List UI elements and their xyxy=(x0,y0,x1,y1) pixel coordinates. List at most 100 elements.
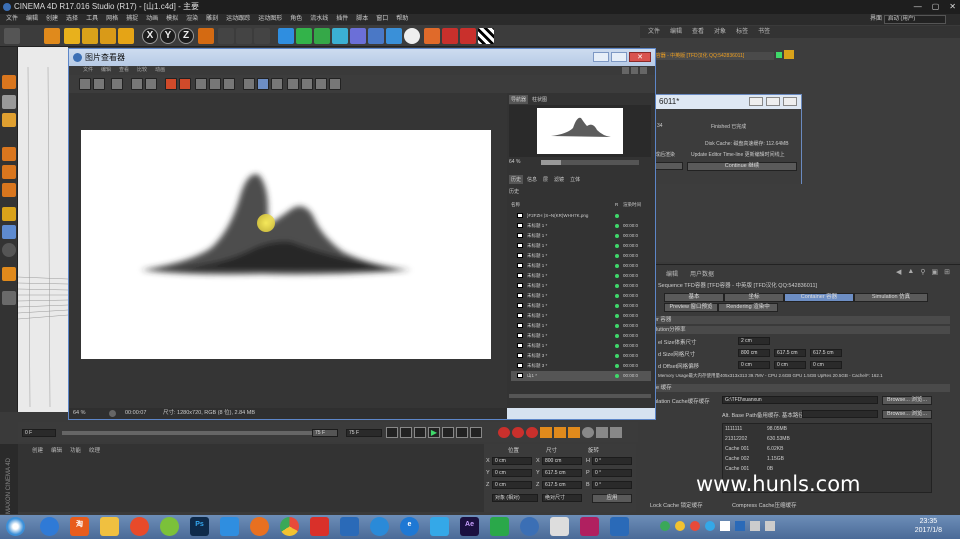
minimize-button[interactable]: — xyxy=(914,0,922,14)
attr-lock-icon[interactable]: ▣ xyxy=(932,268,939,276)
taskbar-clock[interactable]: 23:35 2017/1/8 xyxy=(915,517,942,535)
prev-frame-button[interactable] xyxy=(414,427,426,438)
render-picture-viewer-icon[interactable] xyxy=(236,28,252,44)
timeline-menu-button[interactable] xyxy=(610,427,622,438)
om-menu-view[interactable]: 查看 xyxy=(692,26,704,38)
visibility-check-icon[interactable] xyxy=(776,52,782,58)
left-dialog-button[interactable] xyxy=(655,162,683,170)
texture-mode-icon[interactable] xyxy=(2,113,16,127)
tray-icon-5[interactable] xyxy=(720,521,730,531)
pv-stop-icon[interactable] xyxy=(165,78,177,90)
pv-pin-icon[interactable] xyxy=(622,67,629,74)
axis-y-lock-button[interactable]: Y xyxy=(160,28,176,44)
menu-window[interactable]: 窗口 xyxy=(376,14,388,25)
history-item[interactable]: }F2FZH )S~N(KR)WHH7K.png xyxy=(511,211,651,221)
maximize-button[interactable]: ▢ xyxy=(932,0,940,14)
tab-rendering[interactable]: Rendering 渲染中 xyxy=(718,303,778,312)
attr-menu-userdata[interactable]: 用户数据 xyxy=(690,269,714,278)
dialog-close-button[interactable] xyxy=(783,97,797,106)
om-menu-edit[interactable]: 编辑 xyxy=(670,26,682,38)
size-mode-select[interactable]: 绝对尺寸 xyxy=(542,494,582,502)
object-row[interactable]: TFD容器 - 中英版 [TFD汉化 QQ:542836011] xyxy=(646,52,774,60)
deformer-icon[interactable] xyxy=(350,28,366,44)
pv-collapse-icon[interactable] xyxy=(640,67,647,74)
fruit-icon[interactable] xyxy=(250,517,269,536)
cloud2-icon[interactable] xyxy=(430,517,449,536)
tab-preview[interactable]: Preview 窗口预览 xyxy=(664,303,718,312)
menu-help[interactable]: 帮助 xyxy=(396,14,408,25)
move-tool-icon[interactable] xyxy=(64,28,80,44)
cache-path-field[interactable]: G:\TFD\xuanxun xyxy=(722,396,878,404)
taobao-icon[interactable]: 淘 xyxy=(70,517,89,536)
pos-x-field[interactable]: 0 cm xyxy=(492,457,532,465)
attr-back-icon[interactable]: ◀ xyxy=(896,268,901,276)
axis-z-lock-button[interactable]: Z xyxy=(178,28,194,44)
polygons-mode-icon[interactable] xyxy=(2,183,16,197)
history-item[interactable]: 未标题 1 * 00:00:0 xyxy=(511,331,651,341)
menu-snap[interactable]: 捕捉 xyxy=(126,14,138,25)
prev-key-button[interactable] xyxy=(400,427,412,438)
timeline-slider[interactable] xyxy=(62,431,332,435)
menu-select[interactable]: 选择 xyxy=(66,14,78,25)
tab-container[interactable]: Container 容器 xyxy=(784,293,854,302)
tweak-mode-icon[interactable] xyxy=(2,225,16,239)
pv-maximize-button[interactable] xyxy=(611,52,627,62)
menu-animate[interactable]: 动画 xyxy=(146,14,158,25)
pv-ab-icon[interactable] xyxy=(131,78,143,90)
pv-render-icon[interactable] xyxy=(179,78,191,90)
mat-menu-texture[interactable]: 纹理 xyxy=(89,446,100,454)
menu-simulate[interactable]: 模拟 xyxy=(166,14,178,25)
attr-up-icon[interactable]: ▲ xyxy=(907,268,914,276)
pv-region3-icon[interactable] xyxy=(223,78,235,90)
rot-h-field[interactable]: 0 ° xyxy=(592,457,632,465)
tab-layers[interactable]: 层 xyxy=(541,175,550,184)
network-icon[interactable] xyxy=(750,521,760,531)
cache-item-name[interactable]: 21312202 xyxy=(725,436,747,442)
array-icon[interactable] xyxy=(332,28,348,44)
history-item[interactable]: 山1 * 00:00:0 xyxy=(511,371,651,381)
size-y-field[interactable]: 617.5 cm xyxy=(542,469,582,477)
dialog-minimize-button[interactable] xyxy=(749,97,763,106)
key-param-button[interactable] xyxy=(582,427,594,438)
model-mode-icon[interactable] xyxy=(2,95,16,109)
close-button[interactable]: ✕ xyxy=(949,0,956,14)
explorer-icon[interactable] xyxy=(100,517,119,536)
menu-pipeline[interactable]: 流水线 xyxy=(310,14,328,25)
grid-size-y[interactable]: 617.5 cm xyxy=(774,349,806,357)
start-button-icon[interactable] xyxy=(6,517,25,536)
timeline-start[interactable]: 0 F xyxy=(22,429,56,437)
tray-icon-1[interactable] xyxy=(660,521,670,531)
cache-item-name[interactable]: Cache 001 xyxy=(725,446,749,452)
menu-tools[interactable]: 工具 xyxy=(86,14,98,25)
grid-offset-y[interactable]: 0 cm xyxy=(774,361,806,369)
pv-lut-icon[interactable] xyxy=(315,78,327,90)
key-pos-button[interactable] xyxy=(540,427,552,438)
pv-menu-animation[interactable]: 动画 xyxy=(155,66,165,75)
tab-filter[interactable]: 滤镜 xyxy=(552,175,566,184)
tag-icon[interactable] xyxy=(784,50,794,59)
pv-export-icon[interactable] xyxy=(329,78,341,90)
cloud-icon[interactable] xyxy=(220,517,239,536)
next-frame-button[interactable] xyxy=(442,427,454,438)
light-icon[interactable] xyxy=(404,28,420,44)
menu-create[interactable]: 创建 xyxy=(46,14,58,25)
alt-path-field[interactable] xyxy=(802,410,878,418)
pv-zoom-icon[interactable] xyxy=(109,410,116,417)
chrome-icon[interactable] xyxy=(280,517,299,536)
pv-region2-icon[interactable] xyxy=(209,78,221,90)
pv-menu-file[interactable]: 文件 xyxy=(83,66,93,75)
render-settings-icon[interactable] xyxy=(254,28,270,44)
pv-grid-icon[interactable] xyxy=(271,78,283,90)
pv-minimize-button[interactable] xyxy=(593,52,609,62)
update-timeline-check[interactable]: Update Editor Time-line 更新编辑时间线上 xyxy=(691,151,785,158)
apply-button[interactable]: 应用 xyxy=(592,494,632,503)
section-resolution[interactable]: lution分辨率 xyxy=(656,326,950,334)
pv-swap-icon[interactable] xyxy=(145,78,157,90)
pv-region-icon[interactable] xyxy=(195,78,207,90)
alt-browse-button[interactable]: Browse... 浏览... xyxy=(882,410,932,419)
history-item[interactable]: 未标题 1 * 00:00:0 xyxy=(511,221,651,231)
pv-filter-icon[interactable] xyxy=(287,78,299,90)
wechat-icon[interactable] xyxy=(490,517,509,536)
mode-select[interactable]: 对象 (相对) xyxy=(492,494,538,502)
continue-button[interactable]: Continue 继续 xyxy=(687,162,797,171)
